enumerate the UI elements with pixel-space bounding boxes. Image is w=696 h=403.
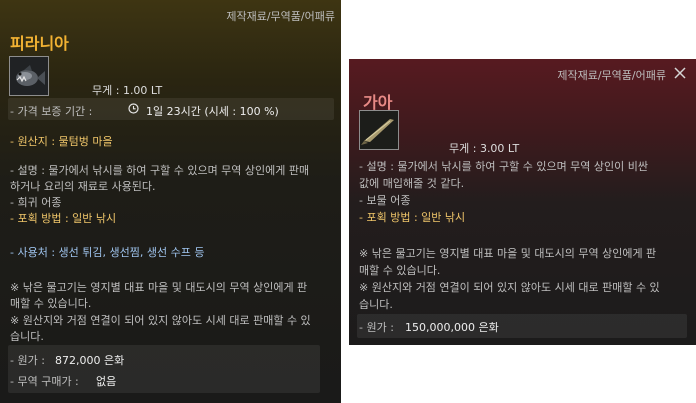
item-description-line1: - 설명 : 물가에서 낚시를 하여 구할 수 있으며 무역 상인에게 판매 — [10, 164, 310, 177]
item-description-line1: - 설명 : 물가에서 낚시를 하여 구할 수 있으며 무역 상인이 비싼 — [359, 160, 649, 173]
item-category: 제작재료/무역품/어패류 — [557, 69, 666, 82]
item-description-line2: 값에 매입해줄 것 같다. — [359, 177, 465, 190]
clock-icon — [128, 103, 139, 114]
item-origin: - 원산지 : 물텀벙 마을 — [10, 135, 113, 148]
note1-line2: 매할 수 있습니다. — [10, 297, 92, 310]
item-description-line2: 하거나 요리의 재료로 사용된다. — [10, 180, 156, 193]
item-rarity: - 보물 어종 — [359, 194, 411, 207]
item-usage: - 사용처 : 생선 튀김, 생선찜, 생선 수프 등 — [10, 246, 205, 259]
note2-line1: ※ 원산지와 거점 연결이 되어 있지 않아도 시세 대로 판매할 수 있 — [10, 314, 311, 327]
note1-line1: ※ 낚은 물고기는 영지별 대표 마을 및 대도시의 무역 상인에게 판 — [359, 247, 657, 260]
note2-line2: 습니다. — [359, 298, 393, 311]
price-value: 872,000 은화 — [55, 354, 125, 367]
note2-line1: ※ 원산지와 거점 연결이 되어 있지 않아도 시세 대로 판매할 수 있 — [359, 281, 660, 294]
price-guarantee-label: - 가격 보증 기간 : — [10, 105, 93, 118]
trade-price-label: - 무역 구매가 : — [10, 375, 79, 388]
gar-item-icon — [359, 110, 399, 150]
price-label: - 원가 : — [10, 354, 45, 367]
item-weight: 무게 : 3.00 LT — [449, 142, 520, 155]
price-label: - 원가 : — [359, 321, 394, 334]
note2-line2: 습니다. — [10, 330, 44, 343]
piranha-item-icon — [9, 56, 49, 96]
close-icon[interactable] — [673, 66, 687, 80]
item-category: 제작재료/무역품/어패류 — [226, 10, 335, 23]
item-tooltip-gar: 제작재료/무역품/어패류 가아 무게 : 3.00 LT - 설명 : 물가에서… — [349, 59, 696, 345]
item-name: 피라니아 — [10, 34, 69, 53]
trade-price-value: 없음 — [96, 375, 117, 388]
item-catch-method: - 포획 방법 : 일반 낚시 — [10, 212, 117, 225]
item-weight: 무게 : 1.00 LT — [92, 84, 163, 97]
item-catch-method: - 포획 방법 : 일반 낚시 — [359, 211, 466, 224]
note1-line1: ※ 낚은 물고기는 영지별 대표 마을 및 대도시의 무역 상인에게 판 — [10, 281, 308, 294]
item-rarity: - 희귀 어종 — [10, 196, 62, 209]
note1-line2: 매할 수 있습니다. — [359, 264, 441, 277]
price-guarantee-value: 1일 23시간 (시세 : 100 %) — [146, 105, 279, 118]
price-value: 150,000,000 은화 — [405, 321, 499, 334]
item-tooltip-piranha: 제작재료/무역품/어패류 피라니아 무게 : 1.00 LT - 가격 보증 기… — [0, 0, 341, 403]
